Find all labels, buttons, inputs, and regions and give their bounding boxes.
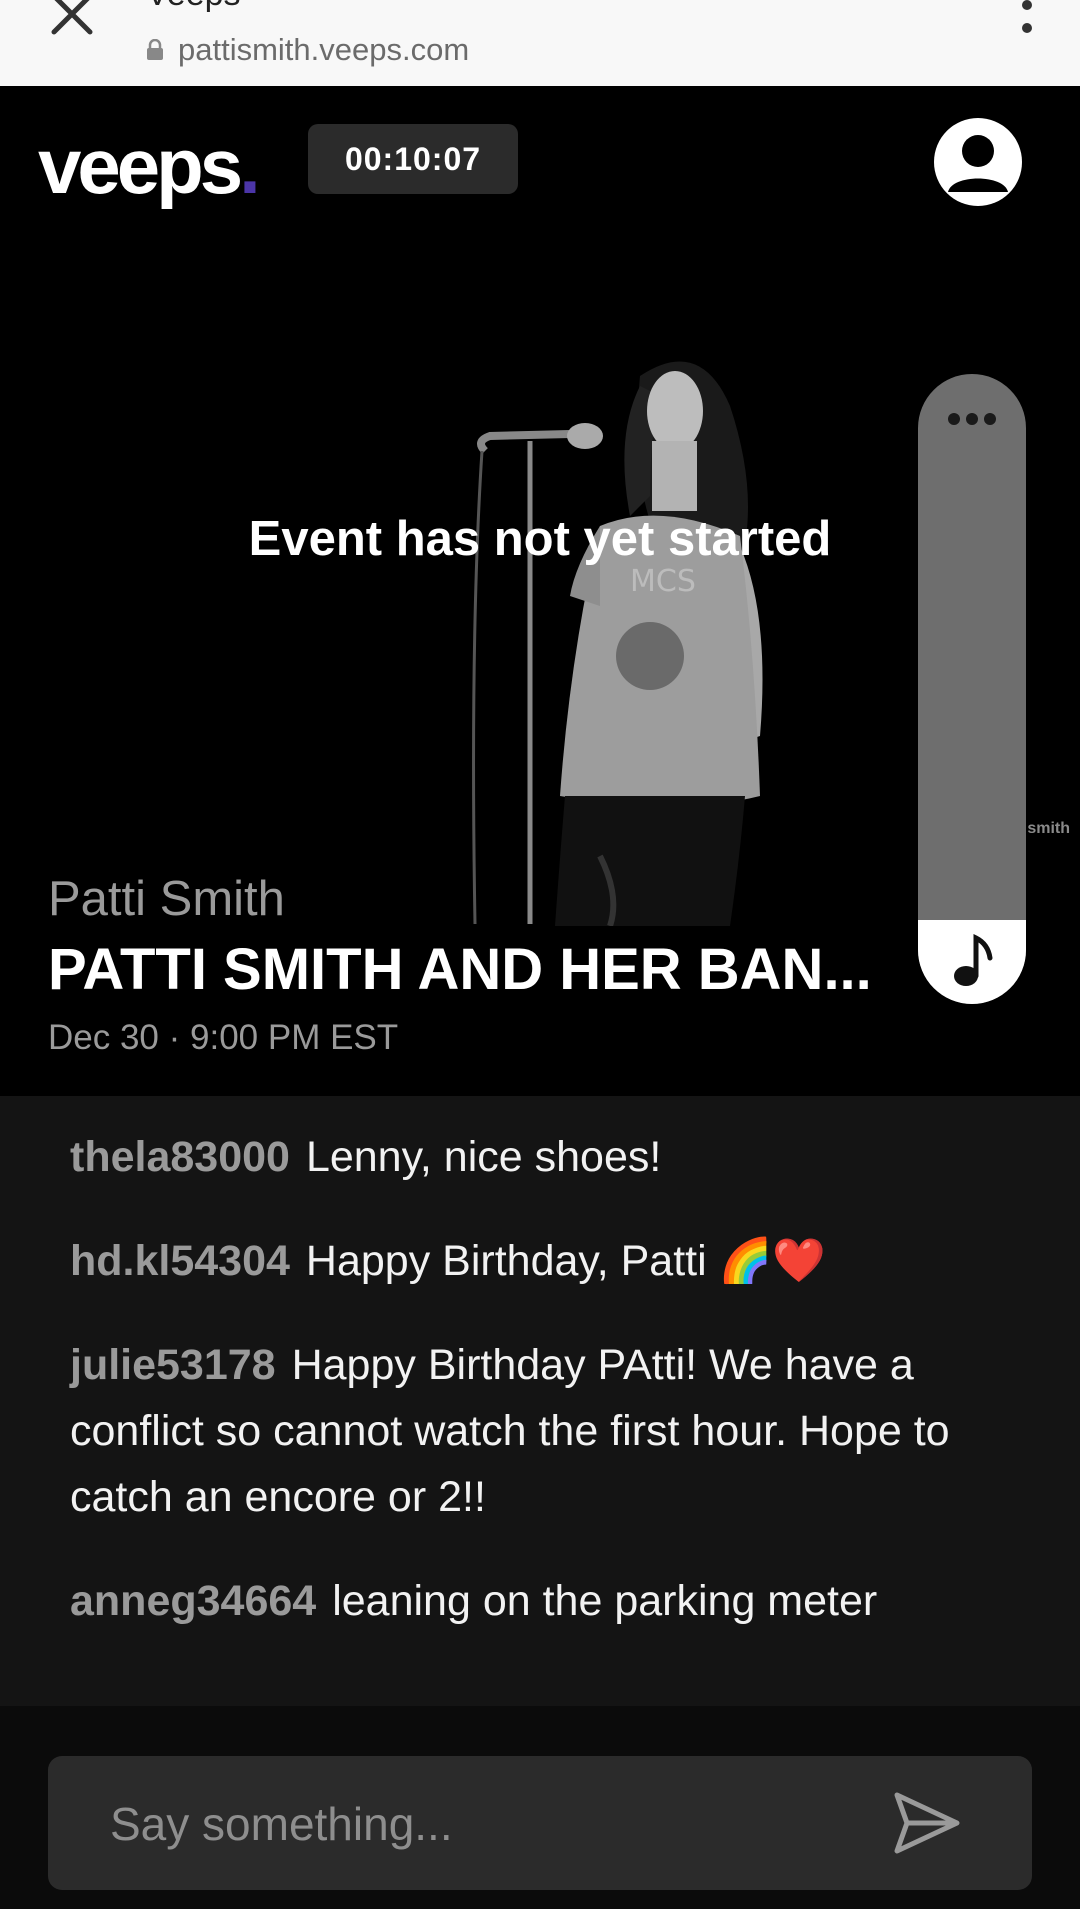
overflow-menu-icon[interactable]	[1014, 0, 1040, 40]
chat-username[interactable]: thela83000	[70, 1133, 290, 1181]
more-dots-icon[interactable]	[918, 404, 1026, 434]
chat-composer	[0, 1706, 1080, 1909]
artist-name[interactable]: Patti Smith	[48, 871, 285, 927]
logo-text: veeps	[38, 122, 243, 210]
chat-input-box[interactable]	[48, 1756, 1032, 1892]
chat-username[interactable]: anneg34664	[70, 1577, 316, 1625]
side-panel[interactable]	[918, 374, 1026, 1004]
countdown-timer: 00:10:07	[308, 124, 518, 194]
svg-text:MCS: MCS	[630, 564, 696, 599]
chat-username[interactable]: julie53178	[70, 1341, 276, 1389]
chat-message: hd.kl54304 Happy Birthday, Patti 🌈❤️	[70, 1228, 970, 1294]
chat-feed[interactable]: thela83000 Lenny, nice shoes! hd.kl54304 H…	[0, 1096, 1080, 1706]
chat-message: anneg34664 leaning on the parking meter	[70, 1568, 970, 1634]
chat-message: julie53178 Happy Birthday PAtti! We have …	[70, 1332, 970, 1530]
event-hero: veeps. 00:10:07 MCS Event has not yet st…	[0, 86, 1080, 1096]
browser-bar: Veeps pattismith.veeps.com	[0, 0, 1080, 87]
logo-dot: .	[239, 122, 261, 210]
url-text: pattismith.veeps.com	[178, 32, 470, 67]
event-date: Dec 30 · 9:00 PM EST	[48, 1018, 399, 1057]
music-note-icon	[954, 933, 993, 986]
url-bar[interactable]: pattismith.veeps.com	[146, 30, 469, 70]
chat-message: thela83000 Lenny, nice shoes!	[70, 1124, 970, 1190]
music-button[interactable]	[918, 920, 1026, 1004]
chat-text: Lenny, nice shoes!	[305, 1133, 662, 1181]
close-icon[interactable]	[48, 0, 96, 38]
chat-text: leaning on the parking meter	[332, 1577, 878, 1625]
account-button[interactable]	[934, 118, 1022, 206]
user-icon	[948, 135, 1008, 192]
send-icon[interactable]	[892, 1790, 962, 1856]
chat-username[interactable]: hd.kl54304	[70, 1237, 290, 1285]
chat-text: Happy Birthday, Patti 🌈❤️	[305, 1237, 826, 1285]
event-title: PATTI SMITH AND HER BAN...	[48, 937, 872, 1002]
chat-input[interactable]	[108, 1756, 912, 1892]
site-title: Veeps	[146, 0, 241, 14]
veeps-logo[interactable]: veeps.	[38, 121, 261, 211]
lock-icon	[147, 39, 163, 60]
